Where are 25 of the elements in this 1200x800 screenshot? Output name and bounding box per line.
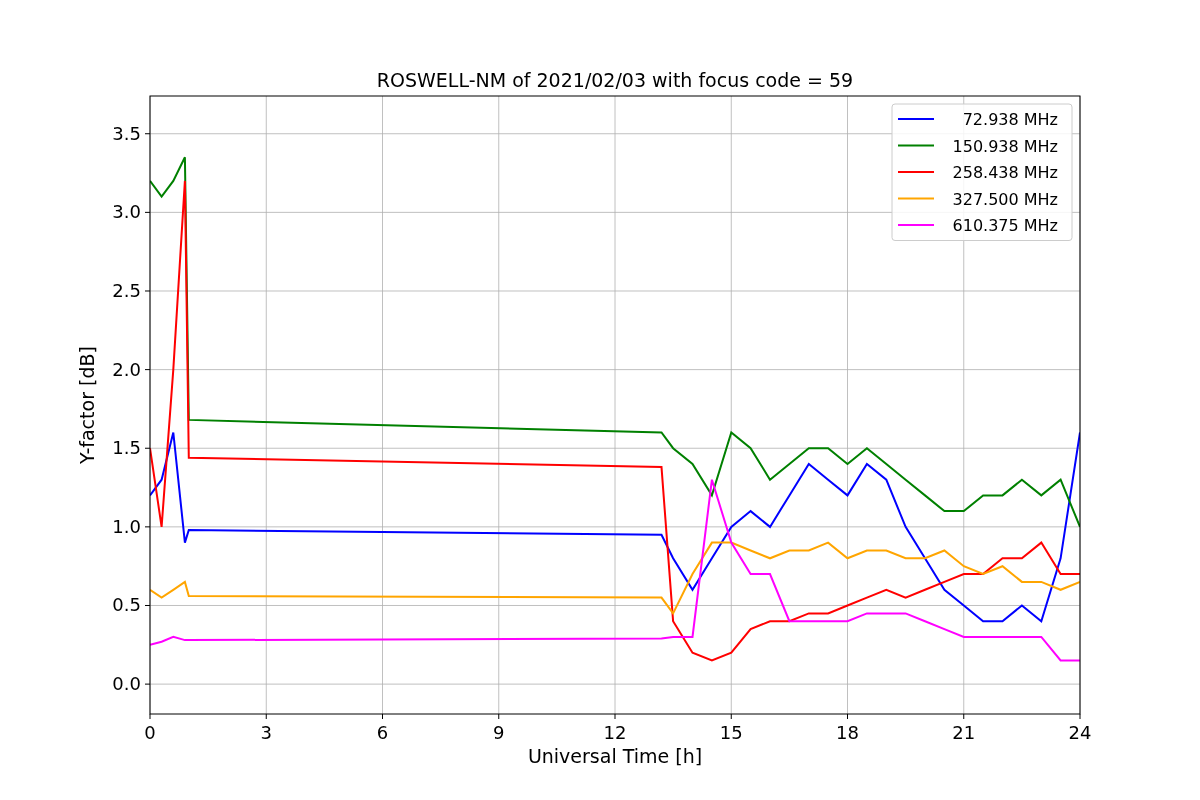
y-tick-label: 1.5: [112, 437, 141, 459]
legend-label: 327.500 MHz: [952, 189, 1058, 209]
legend-label: 258.438 MHz: [952, 163, 1058, 182]
y-tick-label: 0.5: [112, 594, 141, 616]
x-tick-label: 15: [719, 722, 743, 743]
x-tick-label: 12: [603, 722, 627, 743]
legend-label: 610.375 MHz: [952, 216, 1058, 235]
legend-label: 150.938 MHz: [952, 136, 1058, 156]
x-tick-label: 24: [1068, 722, 1092, 743]
legend-label: 72.938 MHz: [962, 110, 1058, 129]
y-tick-label: 2.0: [112, 358, 141, 380]
y-tick-label: 3.5: [112, 122, 141, 144]
y-axis-label: Y-factor [dB]: [76, 346, 98, 464]
x-axis-label: Universal Time [h]: [527, 745, 703, 767]
y-tick-label: 2.5: [112, 280, 141, 301]
chart-title: ROSWELL-NM of 2021/02/03 with focus code = 59: [376, 69, 854, 91]
x-tick-label: 0: [144, 722, 156, 743]
x-tick-label: 18: [836, 722, 859, 743]
y-tick-label: 0.0: [112, 673, 141, 695]
x-tick-label: 6: [376, 722, 389, 743]
y-tick-label: 3.0: [112, 201, 141, 223]
y-tick-label: 1.0: [112, 515, 141, 537]
x-tick-label: 3: [260, 722, 272, 743]
x-tick-label: 21: [952, 722, 976, 743]
x-tick-label: 9: [493, 722, 505, 743]
